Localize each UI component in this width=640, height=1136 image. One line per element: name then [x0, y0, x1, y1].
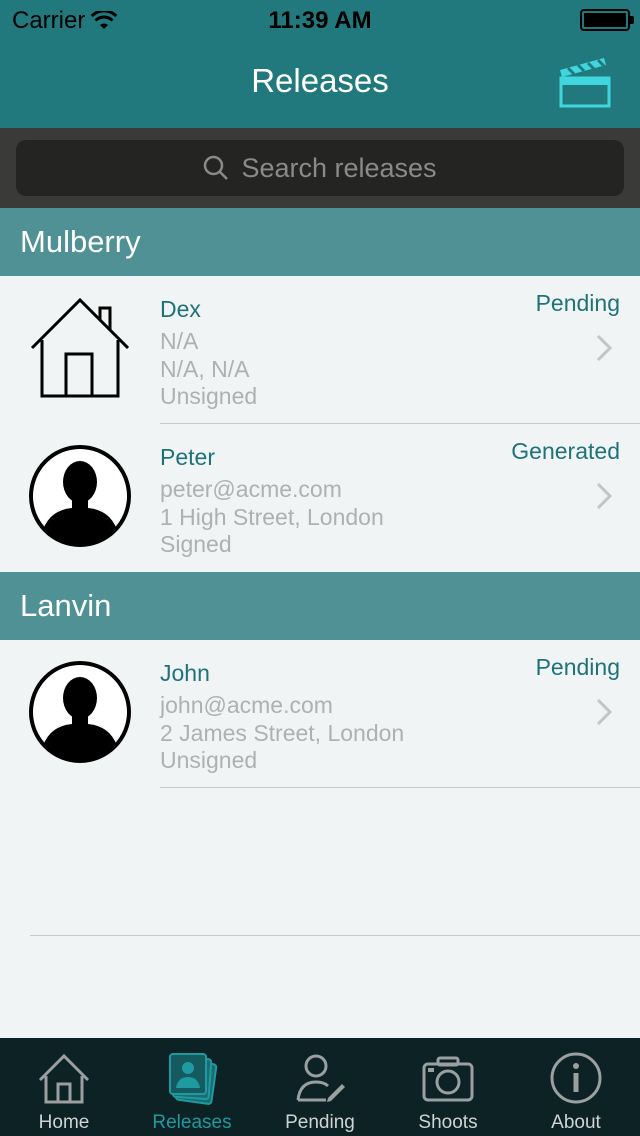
clapperboard-icon[interactable]	[558, 56, 612, 108]
release-row[interactable]: Peter peter@acme.com 1 High Street, Lond…	[0, 424, 640, 572]
release-signed-state: Unsigned	[160, 747, 258, 773]
search-placeholder: Search releases	[241, 152, 437, 183]
tab-label: Shoots	[418, 1112, 478, 1133]
search-input[interactable]: Search releases	[16, 140, 624, 196]
tab-about[interactable]: About	[512, 1038, 640, 1136]
release-email: john@acme.com	[160, 692, 333, 718]
pending-user-icon	[296, 1054, 345, 1102]
status-time: 11:39 AM	[268, 7, 372, 34]
row-divider	[160, 787, 640, 788]
house-icon	[30, 297, 130, 398]
tab-pending[interactable]: Pending	[256, 1038, 384, 1136]
tab-bar: Home Releases Pending Shoots About	[0, 1038, 640, 1136]
release-name: John	[160, 660, 210, 686]
search-icon	[204, 155, 229, 180]
home-icon	[38, 1053, 90, 1104]
table-bottom-divider	[30, 935, 640, 936]
section-header: Lanvin	[0, 572, 640, 640]
section-header: Mulberry	[0, 208, 640, 276]
release-address: 1 High Street, London	[160, 504, 384, 530]
release-email: peter@acme.com	[160, 476, 342, 502]
chevron-right-icon	[596, 334, 612, 362]
tab-label: About	[551, 1112, 601, 1133]
release-row[interactable]: John john@acme.com 2 James Street, Londo…	[0, 640, 640, 788]
chevron-right-icon	[596, 482, 612, 510]
status-badge: Pending	[535, 290, 620, 316]
search-bar: Search releases	[0, 128, 640, 208]
battery-icon	[580, 9, 634, 31]
tab-releases[interactable]: Releases	[128, 1038, 256, 1136]
release-email: N/A	[160, 328, 199, 354]
tab-shoots[interactable]: Shoots	[384, 1038, 512, 1136]
tab-label: Pending	[285, 1112, 355, 1133]
status-badge: Generated	[511, 438, 620, 464]
tab-label: Home	[38, 1112, 90, 1133]
page-title: Releases	[251, 62, 389, 99]
tab-home[interactable]: Home	[0, 1038, 128, 1136]
navigation-bar: Carrier 11:39 AM Releases	[0, 0, 640, 128]
release-address: N/A, N/A	[160, 356, 250, 382]
info-icon	[550, 1052, 602, 1104]
status-bar: Carrier 11:39 AM	[0, 0, 640, 40]
person-silhouette-icon	[29, 445, 131, 547]
release-name: Peter	[160, 444, 215, 470]
chevron-right-icon	[596, 698, 612, 726]
status-badge: Pending	[535, 654, 620, 680]
release-row[interactable]: Dex N/A N/A, N/A Unsigned Pending	[0, 276, 640, 424]
camera-icon	[422, 1056, 474, 1102]
person-silhouette-icon	[29, 661, 131, 763]
release-signed-state: Signed	[160, 531, 232, 557]
releases-icon	[169, 1053, 218, 1105]
tab-label: Releases	[152, 1112, 232, 1133]
release-name: Dex	[160, 296, 201, 322]
release-address: 2 James Street, London	[160, 720, 405, 746]
release-signed-state: Unsigned	[160, 383, 258, 409]
